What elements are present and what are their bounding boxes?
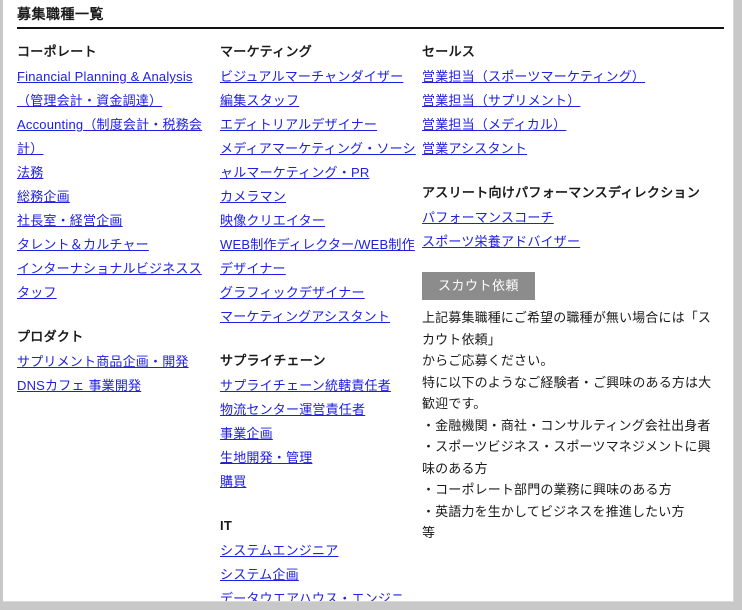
- job-link[interactable]: Financial Planning & Analysis（管理会計・資金調達）: [17, 65, 213, 113]
- job-link[interactable]: データウエアハウス・エンジニア: [220, 587, 416, 601]
- job-link[interactable]: エディトリアルデザイナー: [220, 113, 416, 137]
- job-link[interactable]: 総務企画: [17, 185, 213, 209]
- job-link[interactable]: 営業担当（スポーツマーケティング）: [422, 65, 724, 89]
- job-link[interactable]: ビジュアルマーチャンダイザー: [220, 65, 416, 89]
- page-frame: 募集職種一覧 コーポレート Financial Planning & Analy…: [3, 0, 734, 602]
- job-link[interactable]: パフォーマンスコーチ: [422, 206, 724, 230]
- job-link[interactable]: 営業担当（サプリメント）: [422, 89, 724, 113]
- job-link[interactable]: 生地開発・管理: [220, 446, 416, 470]
- job-link[interactable]: マーケティングアシスタント: [220, 305, 416, 329]
- job-link[interactable]: 購買: [220, 470, 416, 494]
- job-link[interactable]: タレント＆カルチャー: [17, 233, 213, 257]
- job-link[interactable]: 社長室・経営企画: [17, 209, 213, 233]
- scout-description: 上記募集職種にご希望の職種が無い場合には「スカウト依頼」 からご応募ください。 …: [422, 307, 725, 544]
- job-link[interactable]: スポーツ栄養アドバイザー: [422, 230, 724, 254]
- job-link[interactable]: 物流センター運営責任者: [220, 398, 416, 422]
- scout-line: ・コーポレート部門の業務に興味のある方: [422, 482, 672, 497]
- group-heading-corporate: コーポレート: [17, 44, 97, 59]
- job-link[interactable]: DNSカフェ 事業開発: [17, 374, 213, 398]
- job-link[interactable]: 事業企画: [220, 422, 416, 446]
- group-heading-it: IT: [220, 518, 233, 533]
- job-link[interactable]: 編集スタッフ: [220, 89, 416, 113]
- column-middle: マーケティング ビジュアルマーチャンダイザー 編集スタッフ エディトリアルデザイ…: [220, 40, 416, 601]
- scout-line: からご応募ください。: [422, 353, 554, 368]
- job-link[interactable]: 映像クリエイター: [220, 209, 416, 233]
- job-link[interactable]: メディアマーケティング・ソーシャルマーケティング・PR: [220, 137, 416, 185]
- scout-request-button[interactable]: スカウト依頼: [422, 272, 536, 300]
- job-link[interactable]: 営業アシスタント: [422, 137, 724, 161]
- column-left: コーポレート Financial Planning & Analysis（管理会…: [17, 40, 213, 398]
- group-heading-supply-chain: サプライチェーン: [220, 353, 326, 368]
- group-heading-product: プロダクト: [17, 329, 84, 344]
- column-right: セールス 営業担当（スポーツマーケティング） 営業担当（サプリメント） 営業担当…: [422, 40, 724, 544]
- group-heading-marketing: マーケティング: [220, 44, 313, 59]
- job-link[interactable]: インターナショナルビジネススタッフ: [17, 257, 213, 305]
- job-link[interactable]: 法務: [17, 161, 213, 185]
- job-link[interactable]: Accounting（制度会計・税務会計）: [17, 113, 213, 161]
- job-link[interactable]: カメラマン: [220, 185, 416, 209]
- job-link[interactable]: 営業担当（メディカル）: [422, 113, 724, 137]
- scout-line: ・英語力を生かしてビジネスを推進したい方 等: [422, 503, 725, 541]
- scout-line: 特に以下のようなご経験者・ご興味のある方は大歓迎です。: [422, 374, 712, 412]
- group-heading-sales: セールス: [422, 44, 476, 59]
- job-link[interactable]: システム企画: [220, 563, 416, 587]
- scout-line: 上記募集職種にご希望の職種が無い場合には「スカウト依頼」: [422, 310, 712, 347]
- scout-line: ・スポーツビジネス・スポーツマネジメントに興味のある方: [422, 439, 711, 476]
- page-title: 募集職種一覧: [17, 6, 104, 22]
- job-link[interactable]: グラフィックデザイナー: [220, 281, 416, 305]
- scout-line: ・金融機関・商社・コンサルティング会社出身者: [422, 417, 711, 433]
- job-link[interactable]: サプリメント商品企画・開発: [17, 350, 213, 374]
- job-link[interactable]: サプライチェーン統轄責任者: [220, 374, 416, 398]
- group-heading-performance-direction: アスリート向けパフォーマンスディレクション: [422, 185, 701, 200]
- title-divider: [17, 27, 724, 29]
- job-link[interactable]: WEB制作ディレクター/WEB制作デザイナー: [220, 233, 416, 281]
- job-link[interactable]: システムエンジニア: [220, 539, 416, 563]
